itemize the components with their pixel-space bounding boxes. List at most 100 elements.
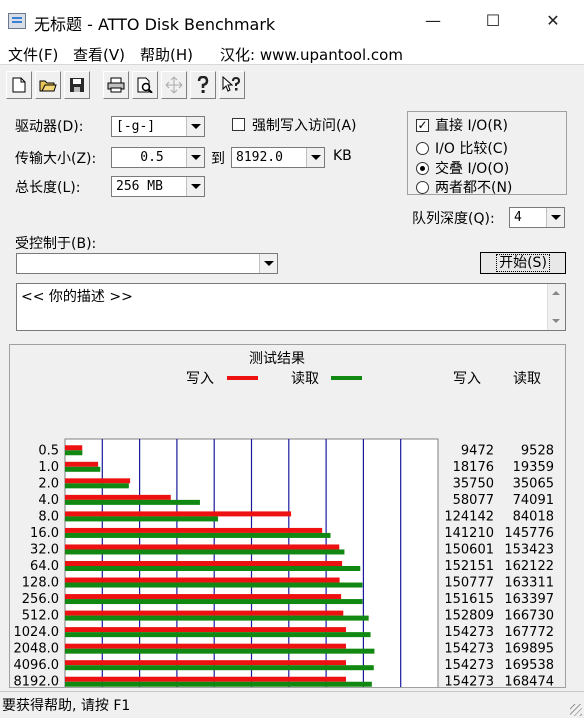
open-folder-icon[interactable] bbox=[35, 71, 61, 99]
read-value-label: 167772 bbox=[504, 625, 554, 640]
transfer-from-select[interactable]: 0.5 bbox=[111, 147, 205, 168]
description-textarea[interactable]: << 你的描述 >> bbox=[16, 283, 566, 331]
y-tick-label: 256.0 bbox=[22, 592, 59, 607]
context-help-icon[interactable] bbox=[219, 71, 245, 99]
y-tick-label: 8192.0 bbox=[14, 675, 60, 687]
read-bar bbox=[65, 648, 375, 654]
y-tick-label: 512.0 bbox=[22, 609, 59, 624]
y-tick-label: 2.0 bbox=[38, 476, 59, 491]
write-value-label: 9472 bbox=[461, 443, 494, 458]
dropdown-arrow-icon[interactable] bbox=[186, 148, 204, 167]
read-bar bbox=[65, 665, 374, 671]
minimize-button[interactable]: — bbox=[410, 8, 456, 34]
resize-grip-icon[interactable] bbox=[570, 704, 582, 716]
write-value-label: 35750 bbox=[453, 476, 494, 491]
close-button[interactable]: ✕ bbox=[530, 8, 576, 34]
write-bar bbox=[65, 461, 99, 467]
print-preview-icon[interactable] bbox=[132, 71, 158, 99]
scroll-down-icon[interactable] bbox=[552, 319, 560, 323]
drive-label: 驱动器(D): bbox=[15, 119, 84, 135]
help-icon[interactable] bbox=[190, 71, 216, 99]
transfer-to-select[interactable]: 8192.0 bbox=[231, 147, 325, 168]
read-value-label: 162122 bbox=[504, 559, 554, 574]
dropdown-arrow-icon[interactable] bbox=[186, 117, 204, 136]
write-value-label: 154273 bbox=[444, 625, 494, 640]
direct-io-checkbox[interactable]: ✓ bbox=[416, 119, 429, 132]
y-tick-label: 8.0 bbox=[38, 509, 59, 524]
to-label: 到 bbox=[211, 151, 225, 167]
controlled-by-select[interactable] bbox=[16, 253, 278, 274]
write-value-label: 124142 bbox=[444, 509, 494, 524]
start-button[interactable]: 开始(S) bbox=[480, 252, 566, 274]
app-icon bbox=[8, 13, 26, 29]
read-bar bbox=[65, 632, 371, 638]
read-value-label: 169895 bbox=[504, 642, 554, 657]
menu-view[interactable]: 查看(V) bbox=[73, 44, 125, 65]
write-value-label: 58077 bbox=[453, 493, 494, 508]
results-chart: 测试结果写入读取写入读取020406080100120140160180200传… bbox=[14, 351, 554, 687]
read-value-label: 35065 bbox=[513, 476, 554, 491]
y-tick-label: 2048.0 bbox=[14, 642, 60, 657]
write-bar bbox=[65, 445, 83, 451]
menu-localized-by[interactable]: 汉化: www.upantool.com bbox=[220, 44, 403, 65]
move-icon[interactable] bbox=[161, 71, 187, 99]
read-value-label: 163311 bbox=[504, 576, 554, 591]
write-column-header: 写入 bbox=[453, 371, 481, 387]
write-bar bbox=[65, 561, 343, 566]
io-compare-radio[interactable] bbox=[416, 142, 429, 155]
write-value-label: 154273 bbox=[444, 675, 494, 687]
dropdown-arrow-icon[interactable] bbox=[259, 254, 277, 273]
read-value-label: 163397 bbox=[504, 592, 554, 607]
read-value-label: 74091 bbox=[513, 493, 554, 508]
write-bar bbox=[65, 610, 344, 616]
menu-file[interactable]: 文件(F) bbox=[8, 44, 58, 65]
read-value-label: 19359 bbox=[513, 460, 554, 475]
y-tick-label: 4096.0 bbox=[14, 658, 60, 673]
write-bar bbox=[65, 594, 342, 600]
write-bar bbox=[65, 643, 346, 649]
read-value-label: 9528 bbox=[521, 443, 554, 458]
write-value-label: 152151 bbox=[444, 559, 494, 574]
dropdown-arrow-icon[interactable] bbox=[186, 177, 204, 196]
queue-depth-select[interactable]: 4 bbox=[509, 207, 565, 228]
write-bar bbox=[65, 544, 340, 550]
write-value-label: 150601 bbox=[444, 542, 494, 557]
dropdown-arrow-icon[interactable] bbox=[546, 208, 564, 227]
overlapped-io-label: 交叠 I/O(O) bbox=[435, 161, 510, 177]
print-icon[interactable] bbox=[103, 71, 129, 99]
read-bar bbox=[65, 566, 361, 571]
write-bar bbox=[65, 478, 131, 484]
legend-write-swatch bbox=[227, 376, 258, 380]
menu-help[interactable]: 帮助(H) bbox=[140, 44, 193, 65]
write-value-label: 154273 bbox=[444, 658, 494, 673]
new-file-icon[interactable] bbox=[6, 71, 32, 99]
write-bar bbox=[65, 577, 340, 583]
read-bar bbox=[65, 516, 219, 522]
write-value-label: 154273 bbox=[444, 642, 494, 657]
read-column-header: 读取 bbox=[513, 370, 541, 387]
description-scrollbar[interactable] bbox=[547, 284, 565, 330]
read-value-label: 153423 bbox=[504, 542, 554, 557]
save-icon[interactable] bbox=[64, 71, 90, 99]
title-bar: 无标题 - ATTO Disk Benchmark — ☐ ✕ bbox=[0, 0, 584, 42]
drive-select[interactable]: [-g-] bbox=[111, 116, 205, 137]
y-tick-label: 128.0 bbox=[22, 576, 59, 591]
total-length-label: 总长度(L): bbox=[15, 180, 81, 196]
write-bar bbox=[65, 511, 292, 517]
overlapped-io-radio[interactable] bbox=[416, 162, 429, 175]
maximize-button[interactable]: ☐ bbox=[470, 8, 516, 34]
legend-read-swatch bbox=[331, 376, 362, 380]
scroll-up-icon[interactable] bbox=[552, 291, 560, 295]
menu-bar: 文件(F) 查看(V) 帮助(H) 汉化: www.upantool.com bbox=[0, 42, 584, 64]
read-bar bbox=[65, 549, 345, 555]
controlled-by-label: 受控制于(B): bbox=[15, 236, 97, 252]
y-tick-label: 4.0 bbox=[38, 493, 59, 508]
read-value-label: 84018 bbox=[513, 509, 554, 524]
force-write-checkbox[interactable] bbox=[232, 118, 245, 131]
neither-radio[interactable] bbox=[416, 181, 429, 194]
read-value-label: 166730 bbox=[504, 609, 554, 624]
read-bar bbox=[65, 466, 101, 472]
dropdown-arrow-icon[interactable] bbox=[306, 148, 324, 167]
total-length-select[interactable]: 256 MB bbox=[111, 176, 205, 197]
write-bar bbox=[65, 676, 346, 682]
